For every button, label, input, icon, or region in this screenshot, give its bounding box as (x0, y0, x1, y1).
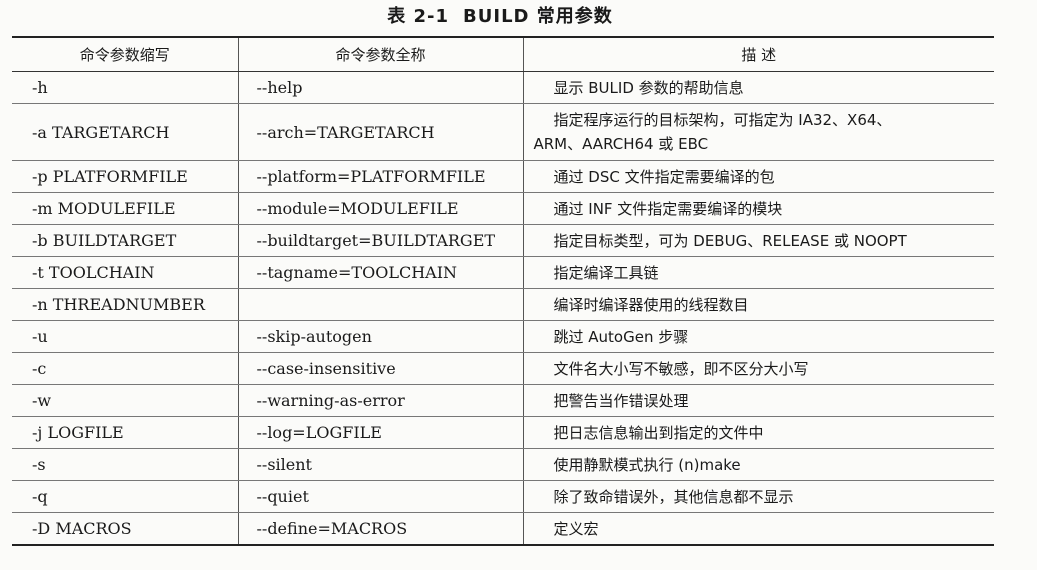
param-short: -a TARGETARCH (12, 103, 238, 161)
table-caption: 表 2-1 BUILD 常用参数 (0, 2, 1000, 28)
param-short: -D MACROS (12, 512, 238, 546)
build-params-table: 命令参数缩写 命令参数全称 描 述 -h --help 显示 BULID 参数的… (12, 36, 994, 546)
param-desc: 指定目标类型，可为 DEBUG、RELEASE 或 NOOPT (522, 224, 994, 257)
param-short: -w (12, 384, 238, 417)
param-full: --module=MODULEFILE (237, 192, 523, 225)
table-title: BUILD 常用参数 (463, 6, 613, 27)
table-row: -D MACROS --define=MACROS 定义宏 (12, 512, 994, 546)
param-desc: 显示 BULID 参数的帮助信息 (522, 71, 994, 104)
table-row: -t TOOLCHAIN --tagname=TOOLCHAIN 指定编译工具链 (12, 256, 994, 289)
table-row: -j LOGFILE --log=LOGFILE 把日志信息输出到指定的文件中 (12, 416, 994, 449)
param-full: --log=LOGFILE (237, 416, 523, 449)
param-full: --define=MACROS (237, 512, 523, 546)
param-short: -j LOGFILE (12, 416, 238, 449)
param-full: --platform=PLATFORMFILE (237, 160, 523, 193)
table-row: -m MODULEFILE --module=MODULEFILE 通过 INF… (12, 192, 994, 225)
param-desc: 使用静默模式执行 (n)make (522, 448, 994, 481)
header-short: 命令参数缩写 (12, 36, 238, 72)
table-row: -h --help 显示 BULID 参数的帮助信息 (12, 71, 994, 104)
param-short: -u (12, 320, 238, 353)
table-row: -p PLATFORMFILE --platform=PLATFORMFILE … (12, 160, 994, 193)
param-desc-line-2: ARM、AARCH64 或 EBC (533, 135, 709, 153)
param-desc: 把警告当作错误处理 (522, 384, 994, 417)
table-row: -u --skip-autogen 跳过 AutoGen 步骤 (12, 320, 994, 353)
param-desc: 通过 INF 文件指定需要编译的模块 (522, 192, 994, 225)
param-full: --case-insensitive (237, 352, 523, 385)
param-short: -t TOOLCHAIN (12, 256, 238, 289)
param-short: -m MODULEFILE (12, 192, 238, 225)
param-short: -p PLATFORMFILE (12, 160, 238, 193)
header-full: 命令参数全称 (237, 36, 523, 72)
param-full: --buildtarget=BUILDTARGET (237, 224, 523, 257)
param-full: --tagname=TOOLCHAIN (237, 256, 523, 289)
param-desc-line-1: 指定程序运行的目标架构，可指定为 IA32、X64、 (553, 111, 892, 129)
param-desc: 指定编译工具链 (522, 256, 994, 289)
table-row: -a TARGETARCH --arch=TARGETARCH 指定程序运行的目… (12, 103, 994, 161)
param-short: -q (12, 480, 238, 513)
param-desc: 除了致命错误外，其他信息都不显示 (522, 480, 994, 513)
param-full (237, 288, 523, 321)
param-full: --help (237, 71, 523, 104)
param-desc: 编译时编译器使用的线程数目 (522, 288, 994, 321)
table-number: 表 2-1 (387, 6, 450, 27)
header-row: 命令参数缩写 命令参数全称 描 述 (12, 36, 994, 72)
param-full: --warning-as-error (237, 384, 523, 417)
param-full: --arch=TARGETARCH (237, 103, 523, 161)
param-desc: 把日志信息输出到指定的文件中 (522, 416, 994, 449)
param-full: --skip-autogen (237, 320, 523, 353)
table-row: -n THREADNUMBER 编译时编译器使用的线程数目 (12, 288, 994, 321)
param-short: -c (12, 352, 238, 385)
table-row: -s --silent 使用静默模式执行 (n)make (12, 448, 994, 481)
param-full: --quiet (237, 480, 523, 513)
param-desc: 跳过 AutoGen 步骤 (522, 320, 994, 353)
param-desc: 定义宏 (522, 512, 994, 546)
param-full: --silent (237, 448, 523, 481)
param-desc: 文件名大小写不敏感，即不区分大小写 (522, 352, 994, 385)
param-desc: 通过 DSC 文件指定需要编译的包 (522, 160, 994, 193)
param-short: -b BUILDTARGET (12, 224, 238, 257)
param-desc: 指定程序运行的目标架构，可指定为 IA32、X64、 ARM、AARCH64 或… (522, 103, 994, 161)
param-short: -s (12, 448, 238, 481)
table-row: -q --quiet 除了致命错误外，其他信息都不显示 (12, 480, 994, 513)
param-short: -h (12, 71, 238, 104)
param-short: -n THREADNUMBER (12, 288, 238, 321)
table-row: -w --warning-as-error 把警告当作错误处理 (12, 384, 994, 417)
header-desc: 描 述 (522, 36, 994, 72)
table-row: -b BUILDTARGET --buildtarget=BUILDTARGET… (12, 224, 994, 257)
table-row: -c --case-insensitive 文件名大小写不敏感，即不区分大小写 (12, 352, 994, 385)
